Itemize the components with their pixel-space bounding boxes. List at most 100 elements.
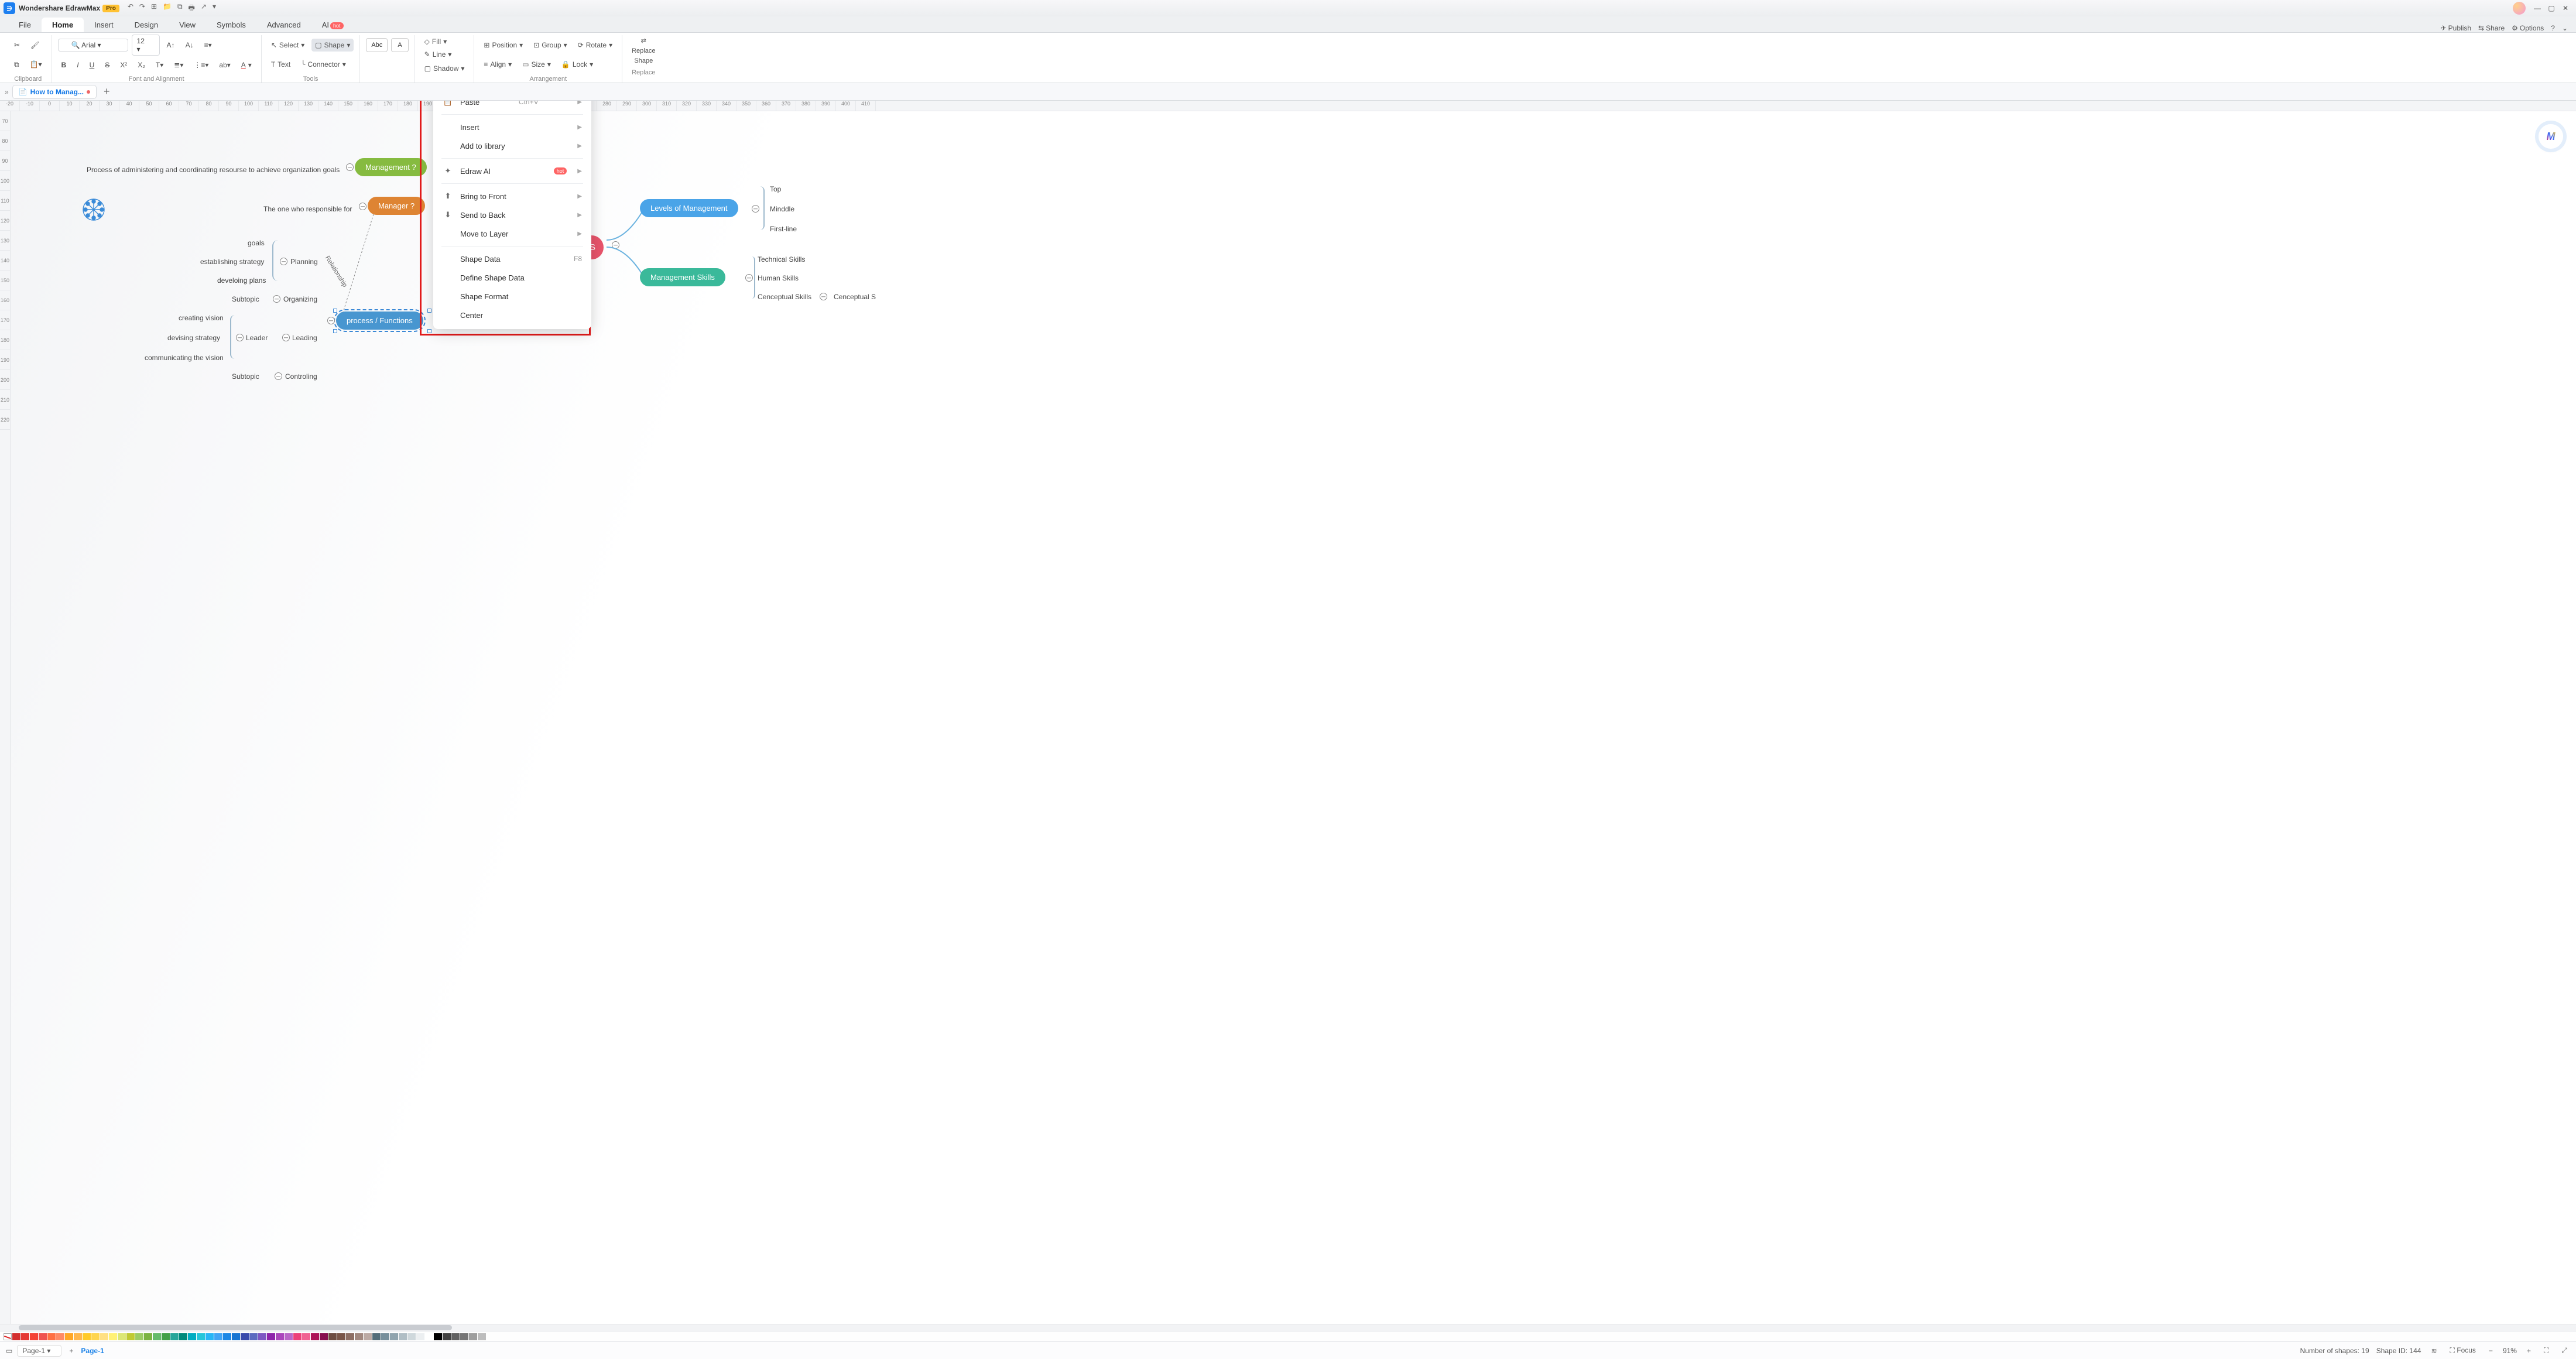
color-swatch[interactable]	[285, 1333, 293, 1340]
publish-button[interactable]: ✈ Publish	[2441, 24, 2471, 32]
color-swatch[interactable]	[276, 1333, 284, 1340]
color-swatch[interactable]	[232, 1333, 240, 1340]
color-swatch[interactable]	[469, 1333, 477, 1340]
position-button[interactable]: ⊞ Position▾	[480, 39, 526, 52]
user-avatar[interactable]	[2513, 2, 2526, 15]
color-swatch[interactable]	[249, 1333, 258, 1340]
context-menu-item[interactable]: ✦Edraw AIhot▶	[433, 162, 591, 180]
focus-mode-button[interactable]: ⛶ Focus	[2447, 1346, 2479, 1355]
color-swatch[interactable]	[12, 1333, 20, 1340]
page-panel-icon[interactable]: ▭	[6, 1347, 12, 1355]
node-process-functions[interactable]: process / Functions	[336, 311, 423, 330]
color-swatch[interactable]	[74, 1333, 82, 1340]
color-swatch[interactable]	[328, 1333, 337, 1340]
superscript-button[interactable]: X²	[117, 59, 131, 71]
context-menu-item[interactable]: ⬆Bring to Front▶	[433, 187, 591, 206]
color-swatch[interactable]	[381, 1333, 389, 1340]
bold-button[interactable]: B	[58, 59, 70, 71]
color-swatch[interactable]	[390, 1333, 398, 1340]
italic-button[interactable]: I	[73, 59, 82, 71]
color-swatch[interactable]	[407, 1333, 416, 1340]
color-swatch[interactable]	[170, 1333, 179, 1340]
style-preset-2[interactable]: A	[391, 38, 408, 52]
color-swatch[interactable]	[109, 1333, 117, 1340]
zoom-level-label[interactable]: 91%	[2503, 1347, 2517, 1355]
color-swatch[interactable]	[30, 1333, 38, 1340]
share-button[interactable]: ⇆ Share	[2478, 24, 2505, 32]
shadow-button[interactable]: ▢ Shadow ▾	[421, 62, 468, 75]
mindmap-text[interactable]: Subtopic	[232, 295, 259, 303]
mindmap-text[interactable]: Leader	[246, 334, 268, 342]
color-swatch[interactable]	[144, 1333, 152, 1340]
mindmap-text[interactable]: Leading	[292, 334, 317, 342]
tab-insert[interactable]: Insert	[84, 18, 124, 32]
increase-font-button[interactable]: A↑	[163, 39, 179, 52]
font-family-select[interactable]: 🔍 Arial ▾	[58, 39, 128, 52]
fullscreen-button[interactable]: ⤢	[2558, 1346, 2570, 1355]
color-swatch[interactable]	[126, 1333, 135, 1340]
color-swatch[interactable]	[91, 1333, 100, 1340]
color-swatch[interactable]	[197, 1333, 205, 1340]
toggle-icon[interactable]	[282, 334, 290, 341]
tab-advanced[interactable]: Advanced	[256, 18, 311, 32]
color-swatch[interactable]	[39, 1333, 47, 1340]
color-swatch[interactable]	[179, 1333, 187, 1340]
mindmap-text[interactable]: Cenceptual S	[834, 293, 876, 301]
color-swatch[interactable]	[399, 1333, 407, 1340]
color-swatch[interactable]	[364, 1333, 372, 1340]
toggle-icon[interactable]	[359, 203, 366, 210]
color-swatch[interactable]	[416, 1333, 424, 1340]
horizontal-scrollbar[interactable]	[0, 1324, 2576, 1331]
toggle-icon[interactable]	[612, 241, 619, 249]
add-page-button[interactable]: +	[66, 1347, 76, 1355]
mindmap-text[interactable]: Technical Skills	[758, 255, 805, 263]
shape-tool-button[interactable]: ▢ Shape ▾	[311, 39, 354, 52]
qat-more-button[interactable]: ▾	[213, 2, 216, 15]
mindmap-text[interactable]: devising strategy	[167, 334, 220, 342]
color-swatch[interactable]	[443, 1333, 451, 1340]
color-swatch[interactable]	[100, 1333, 108, 1340]
window-maximize-button[interactable]: ▢	[2544, 4, 2558, 12]
context-menu-item[interactable]: ⬇Send to Back▶	[433, 206, 591, 224]
align-left-button[interactable]: ≡▾	[201, 39, 215, 52]
text-color-button[interactable]: T▾	[152, 59, 167, 71]
selection-handle[interactable]	[333, 309, 337, 313]
format-painter-button[interactable]: 🖌	[27, 39, 43, 52]
add-document-tab-button[interactable]: +	[100, 85, 114, 98]
context-menu-item[interactable]: 📋PasteCtrl+V▶	[433, 101, 591, 111]
mindmap-text[interactable]: Top	[770, 185, 781, 193]
node-skills[interactable]: Management Skills	[640, 268, 725, 286]
options-button[interactable]: ⚙ Options	[2512, 24, 2544, 32]
mindmap-text[interactable]: Planning	[290, 258, 318, 266]
help-button[interactable]: ?	[2551, 24, 2555, 32]
copy-button[interactable]: ⧉	[11, 58, 23, 71]
color-swatch[interactable]	[478, 1333, 486, 1340]
select-tool-button[interactable]: ↖ Select ▾	[268, 39, 308, 52]
size-button[interactable]: ▭ Size▾	[519, 58, 554, 71]
align-button[interactable]: ≡ Align▾	[480, 58, 515, 71]
color-swatch[interactable]	[267, 1333, 275, 1340]
line-button[interactable]: ✎ Line ▾	[421, 48, 455, 61]
context-menu-item[interactable]: Move to Layer▶	[433, 224, 591, 243]
tab-ai[interactable]: AIhot	[311, 18, 354, 32]
color-swatch[interactable]	[118, 1333, 126, 1340]
undo-button[interactable]: ↶	[128, 2, 133, 15]
scrollbar-thumb[interactable]	[19, 1325, 452, 1330]
new-button[interactable]: ⊞	[151, 2, 157, 15]
save-button[interactable]: ⧉	[177, 2, 183, 15]
document-tab[interactable]: 📄 How to Manag...	[12, 85, 97, 99]
color-swatch[interactable]	[188, 1333, 196, 1340]
mindmap-text[interactable]: Organizing	[283, 295, 317, 303]
text-tool-button[interactable]: T Text	[268, 58, 294, 71]
active-page-tab[interactable]: Page-1	[81, 1347, 104, 1355]
color-swatch[interactable]	[302, 1333, 310, 1340]
decrease-font-button[interactable]: A↓	[182, 39, 197, 52]
color-swatch[interactable]	[205, 1333, 214, 1340]
open-button[interactable]: 📁	[163, 2, 172, 15]
toggle-icon[interactable]	[280, 258, 287, 265]
mindmap-text[interactable]: Cenceptual Skills	[758, 293, 811, 301]
ribbon-collapse-button[interactable]: ⌄	[2562, 24, 2568, 32]
cut-button[interactable]: ✂	[11, 39, 23, 52]
ai-floating-button[interactable]: M	[2539, 124, 2563, 149]
context-menu-item[interactable]: Center	[433, 306, 591, 324]
